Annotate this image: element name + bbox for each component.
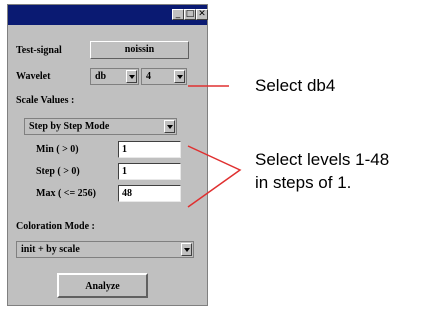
annotation-levels-line1: Select levels 1-48 (255, 150, 390, 169)
annotation-levels-line2: in steps of 1. (255, 173, 352, 192)
levels-pointer-line (187, 145, 242, 208)
annotation-select-db4: Select db4 (255, 76, 336, 95)
